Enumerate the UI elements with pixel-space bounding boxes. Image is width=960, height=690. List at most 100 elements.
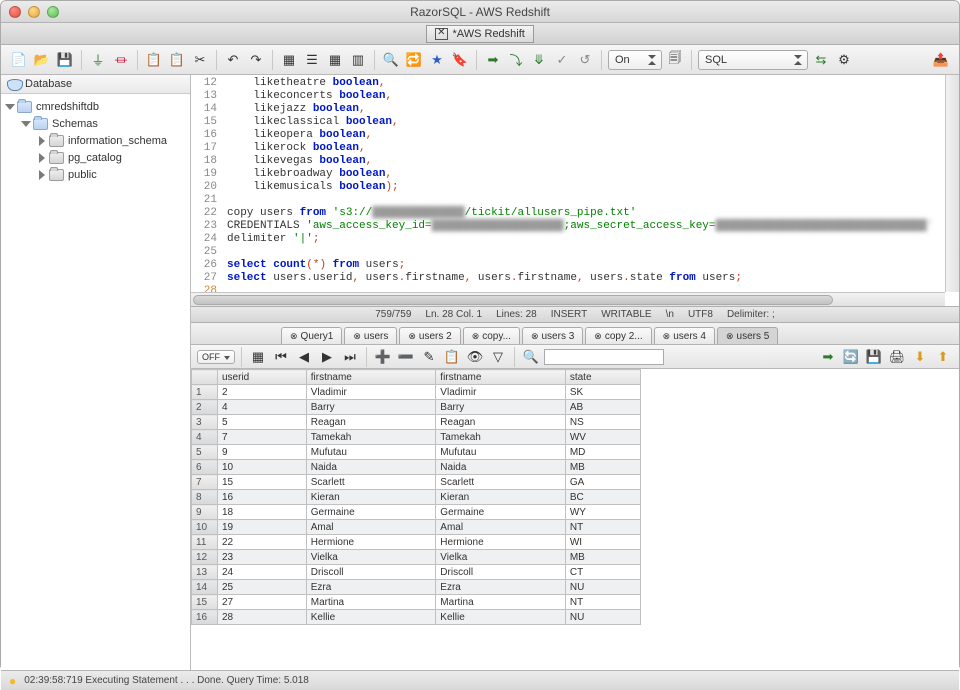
close-icon[interactable]: ⊗ [472, 332, 480, 342]
view-button[interactable]: ▥ [348, 50, 368, 70]
cell[interactable]: Kellie [306, 610, 436, 625]
cell[interactable]: 25 [218, 580, 307, 595]
column-header[interactable]: firstname [306, 370, 436, 385]
cell[interactable]: 15 [218, 475, 307, 490]
row-header[interactable]: 3 [192, 415, 218, 430]
cell[interactable]: Naida [436, 460, 566, 475]
cell[interactable]: Barry [436, 400, 566, 415]
res-refresh-button[interactable]: 🔄 [841, 347, 861, 367]
res-print-button[interactable]: 🖨 [887, 347, 907, 367]
cell[interactable]: Tamekah [306, 430, 436, 445]
off-dropdown[interactable]: OFF [197, 350, 235, 364]
cell[interactable]: Driscoll [306, 565, 436, 580]
execute-all-button[interactable]: ⤵ [506, 50, 526, 70]
close-icon[interactable]: ⊗ [531, 332, 539, 342]
result-tab[interactable]: ⊗users 3 [522, 327, 583, 344]
tree-schema-node[interactable]: pg_catalog [1, 149, 190, 166]
close-icon[interactable]: ⊗ [408, 332, 416, 342]
cell[interactable]: WI [565, 535, 640, 550]
cell[interactable]: Martina [306, 595, 436, 610]
column-button[interactable]: ▦ [279, 50, 299, 70]
cell[interactable]: Martina [436, 595, 566, 610]
commit-button[interactable]: ✓ [552, 50, 572, 70]
result-tab[interactable]: ⊗users 4 [654, 327, 715, 344]
res-search-button[interactable]: 🔍 [521, 347, 541, 367]
row-header[interactable]: 4 [192, 430, 218, 445]
cell[interactable]: Ezra [306, 580, 436, 595]
cell[interactable]: Kieran [306, 490, 436, 505]
cell[interactable]: Barry [306, 400, 436, 415]
res-export-button[interactable]: ➡ [818, 347, 838, 367]
row-header[interactable]: 2 [192, 400, 218, 415]
close-icon[interactable]: ✕ [435, 28, 447, 40]
disclosure-icon[interactable] [21, 119, 31, 129]
history-button[interactable]: 🗐 [665, 50, 685, 70]
result-tab[interactable]: ⊗Query1 [281, 327, 342, 344]
res-copy-row-button[interactable]: 📋 [442, 347, 462, 367]
cell[interactable]: 5 [218, 415, 307, 430]
res-search-input[interactable] [544, 349, 664, 365]
paste-button[interactable]: 📋 [167, 50, 187, 70]
copy-button[interactable]: 📋 [144, 50, 164, 70]
format-button[interactable]: ⇆ [811, 50, 831, 70]
tree-schema-node[interactable]: information_schema [1, 132, 190, 149]
replace-button[interactable]: 🔁 [404, 50, 424, 70]
close-icon[interactable]: ⊗ [353, 332, 361, 342]
cell[interactable]: Naida [306, 460, 436, 475]
cell[interactable]: Vielka [436, 550, 566, 565]
cell[interactable]: Amal [436, 520, 566, 535]
cell[interactable]: WV [565, 430, 640, 445]
cell[interactable]: Tamekah [436, 430, 566, 445]
execute-script-button[interactable]: ⤋ [529, 50, 549, 70]
close-icon[interactable]: ⊗ [594, 332, 602, 342]
cell[interactable]: 19 [218, 520, 307, 535]
res-delete-button[interactable]: ➖ [396, 347, 416, 367]
cell[interactable]: Hermione [306, 535, 436, 550]
cell[interactable]: Vladimir [436, 385, 566, 400]
favorite-button[interactable]: ★ [427, 50, 447, 70]
cell[interactable]: 7 [218, 430, 307, 445]
cell[interactable]: 4 [218, 400, 307, 415]
row-header[interactable]: 14 [192, 580, 218, 595]
cell[interactable]: Kellie [436, 610, 566, 625]
find-button[interactable]: 🔍 [381, 50, 401, 70]
res-next-button[interactable]: ▶ [317, 347, 337, 367]
editor-vscroll[interactable] [945, 75, 959, 292]
result-tab[interactable]: ⊗copy... [463, 327, 520, 344]
cell[interactable]: SK [565, 385, 640, 400]
document-tab[interactable]: ✕ *AWS Redshift [426, 25, 534, 43]
row-button[interactable]: ☰ [302, 50, 322, 70]
cell[interactable]: Scarlett [436, 475, 566, 490]
tree-db-node[interactable]: cmredshiftdb [1, 98, 190, 115]
row-header[interactable]: 10 [192, 520, 218, 535]
cell[interactable]: Amal [306, 520, 436, 535]
result-tab[interactable]: ⊗users 2 [399, 327, 460, 344]
autocommit-dropdown[interactable]: On [608, 50, 662, 70]
row-header[interactable]: 1 [192, 385, 218, 400]
disclosure-icon[interactable] [37, 170, 47, 180]
res-prev-button[interactable]: ◀ [294, 347, 314, 367]
open-file-button[interactable]: 📂 [32, 50, 52, 70]
res-edit-button[interactable]: ✎ [419, 347, 439, 367]
cell[interactable]: Reagan [306, 415, 436, 430]
res-up-button[interactable]: ⬆ [933, 347, 953, 367]
cell[interactable]: NS [565, 415, 640, 430]
disclosure-icon[interactable] [5, 102, 15, 112]
cell[interactable]: Vladimir [306, 385, 436, 400]
cell[interactable]: 16 [218, 490, 307, 505]
cell[interactable]: Kieran [436, 490, 566, 505]
row-header[interactable]: 7 [192, 475, 218, 490]
column-header[interactable]: userid [218, 370, 307, 385]
cell[interactable]: MD [565, 445, 640, 460]
sql-editor[interactable]: 1213141516171819202122232425262728 liket… [191, 75, 959, 307]
cell[interactable]: NU [565, 580, 640, 595]
cut-button[interactable]: ✂ [190, 50, 210, 70]
cell[interactable]: NT [565, 595, 640, 610]
row-header[interactable]: 12 [192, 550, 218, 565]
row-header[interactable]: 13 [192, 565, 218, 580]
language-dropdown[interactable]: SQL [698, 50, 808, 70]
row-header[interactable]: 6 [192, 460, 218, 475]
cell[interactable]: MB [565, 550, 640, 565]
cell[interactable]: 23 [218, 550, 307, 565]
rollback-button[interactable]: ↺ [575, 50, 595, 70]
